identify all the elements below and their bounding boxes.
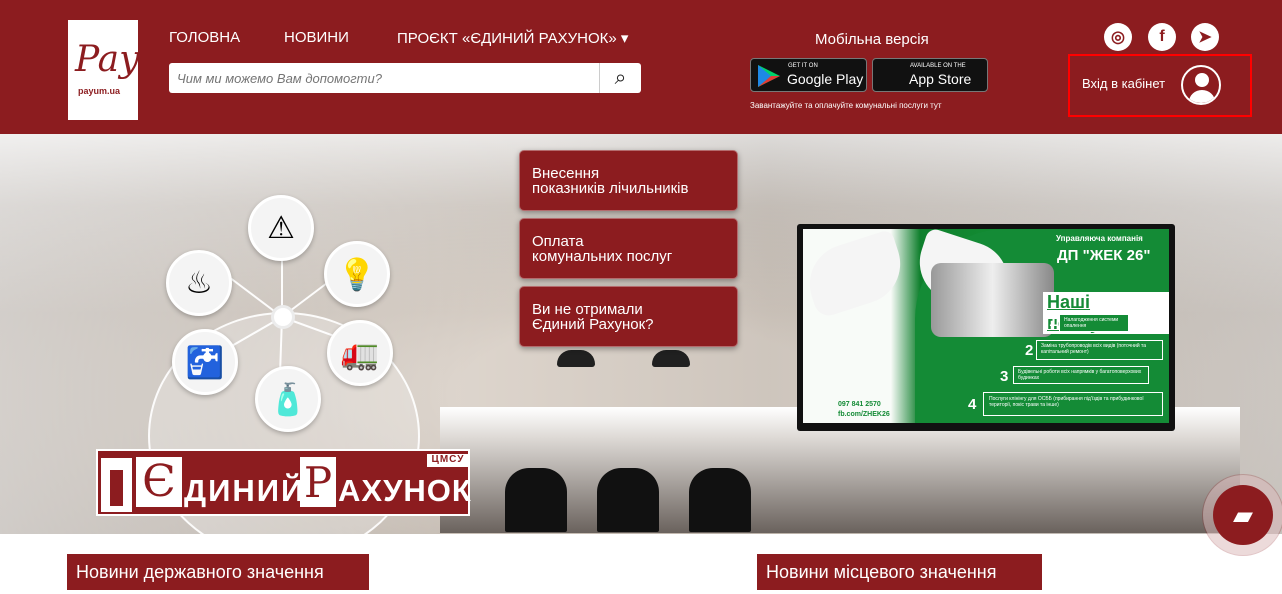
utility-payment-link[interactable]: Оплата комунальних послуг — [519, 218, 738, 279]
mobile-note: Завантажуйте та оплачуйте комунальні пос… — [750, 101, 942, 110]
service-item: Налагодження системи опалення — [1059, 314, 1129, 332]
brand-tag: ЦМСУ — [427, 454, 469, 467]
brand-letter-e: Є — [136, 457, 182, 507]
pendant-lamp — [557, 350, 595, 367]
logo-site: payum.ua — [78, 86, 121, 96]
bar-stool — [597, 468, 659, 532]
cleaning-icon: 🧴 — [255, 366, 321, 432]
ad-company-name: ДП "ЖЕК 26" — [1057, 247, 1151, 264]
app-store-label: App Store — [909, 71, 972, 87]
app-store-button[interactable]: Available on the App Store — [872, 58, 988, 92]
services-hub — [271, 305, 295, 329]
cabinet-label: Вхід в кабінет — [1082, 76, 1166, 91]
search-box: ⌕ — [169, 63, 641, 93]
cabinet-login-button[interactable]: Вхід в кабінет — [1068, 54, 1252, 117]
state-news-title[interactable]: Новини державного значення — [67, 554, 369, 590]
facebook-icon[interactable]: f — [1148, 23, 1176, 51]
user-avatar-icon — [1181, 65, 1221, 105]
chat-bubble-icon: ▰ — [1233, 499, 1253, 530]
pendant-lamp — [652, 350, 690, 367]
service-number: 3 — [1000, 368, 1009, 385]
quick-link-label: Внесення показників лічильників — [532, 165, 689, 197]
service-number: 2 — [1025, 342, 1034, 359]
google-play-label: Google Play — [787, 71, 864, 87]
search-button[interactable]: ⌕ — [599, 63, 641, 93]
chat-button[interactable]: ▰ — [1213, 485, 1273, 545]
pipe-valve — [931, 263, 1054, 337]
mobile-version-title: Мобільна версія — [815, 31, 929, 48]
service-number: 4 — [968, 396, 977, 413]
ad-phone: 097 841 2570 — [838, 401, 881, 408]
ad-contacts: 097 841 2570 fb.com/ZHEK26 — [838, 400, 890, 420]
google-play-sub: GET IT ON — [788, 63, 818, 69]
edynyi-rakhunok-logo: Є ДИНИЙ Р АХУНОК ЦМСУ — [96, 449, 472, 516]
ad-company-label: Управляюча компанія — [1056, 234, 1143, 243]
water-tap-icon: 🚰 — [172, 329, 238, 395]
quick-link-label: Оплата комунальних послуг — [532, 233, 673, 265]
service-item: Заміна трубопроводів всіх видів (поточни… — [1036, 340, 1163, 360]
google-play-icon — [758, 65, 780, 87]
bar-stool — [689, 468, 751, 532]
telegram-icon[interactable]: ➤ — [1191, 23, 1219, 51]
bar-stool — [505, 468, 567, 532]
quick-link-label: Ви не отримали Єдиний Рахунок? — [532, 301, 654, 333]
service-item: Будівельні роботи всіх напрямків у багат… — [1013, 366, 1149, 384]
app-store-sub: Available on the — [910, 63, 966, 69]
meter-readings-link[interactable]: Внесення показників лічильників — [519, 150, 738, 211]
site-logo[interactable]: Pay payum.ua — [68, 20, 140, 120]
waste-truck-icon: 🚛 — [327, 320, 393, 386]
electricity-bulb-icon: 💡 — [324, 241, 390, 307]
service-number: 1 — [1049, 313, 1058, 330]
site-header: Pay payum.ua ГОЛОВНА НОВИНИ ПРОЄКТ «ЄДИН… — [0, 0, 1282, 134]
brand-word-one: ДИНИЙ — [184, 473, 306, 508]
google-play-button[interactable]: GET IT ON Google Play — [750, 58, 867, 92]
search-icon: ⌕ — [614, 66, 627, 89]
gas-warning-icon: ⚠ — [248, 195, 314, 261]
heating-icon: ♨ — [166, 250, 232, 316]
nav-project[interactable]: ПРОЄКТ «ЄДИНИЙ РАХУНОК» ▾ — [397, 29, 628, 47]
tv-screen: Управляюча компанія ДП "ЖЕК 26" Наші пос… — [803, 229, 1169, 423]
glove-left — [803, 229, 911, 320]
nav-home[interactable]: ГОЛОВНА — [169, 29, 240, 46]
missing-bill-link[interactable]: Ви не отримали Єдиний Рахунок? — [519, 286, 738, 347]
city-tower-icon — [101, 458, 132, 512]
nav-news[interactable]: НОВИНИ — [284, 29, 349, 46]
instagram-icon[interactable]: ◎ — [1104, 23, 1132, 51]
search-input[interactable] — [169, 63, 594, 93]
local-news-title[interactable]: Новини місцевого значення — [757, 554, 1042, 590]
service-item: Послуги клінінгу для ОСББ (прибирання пі… — [983, 392, 1163, 416]
brand-word-two: АХУНОК — [338, 473, 472, 508]
logo-script: Pay — [75, 39, 140, 80]
tv-advertisement: Управляюча компанія ДП "ЖЕК 26" Наші пос… — [797, 224, 1175, 431]
ad-facebook: fb.com/ZHEK26 — [838, 411, 890, 418]
brand-letter-p: Р — [300, 457, 336, 507]
